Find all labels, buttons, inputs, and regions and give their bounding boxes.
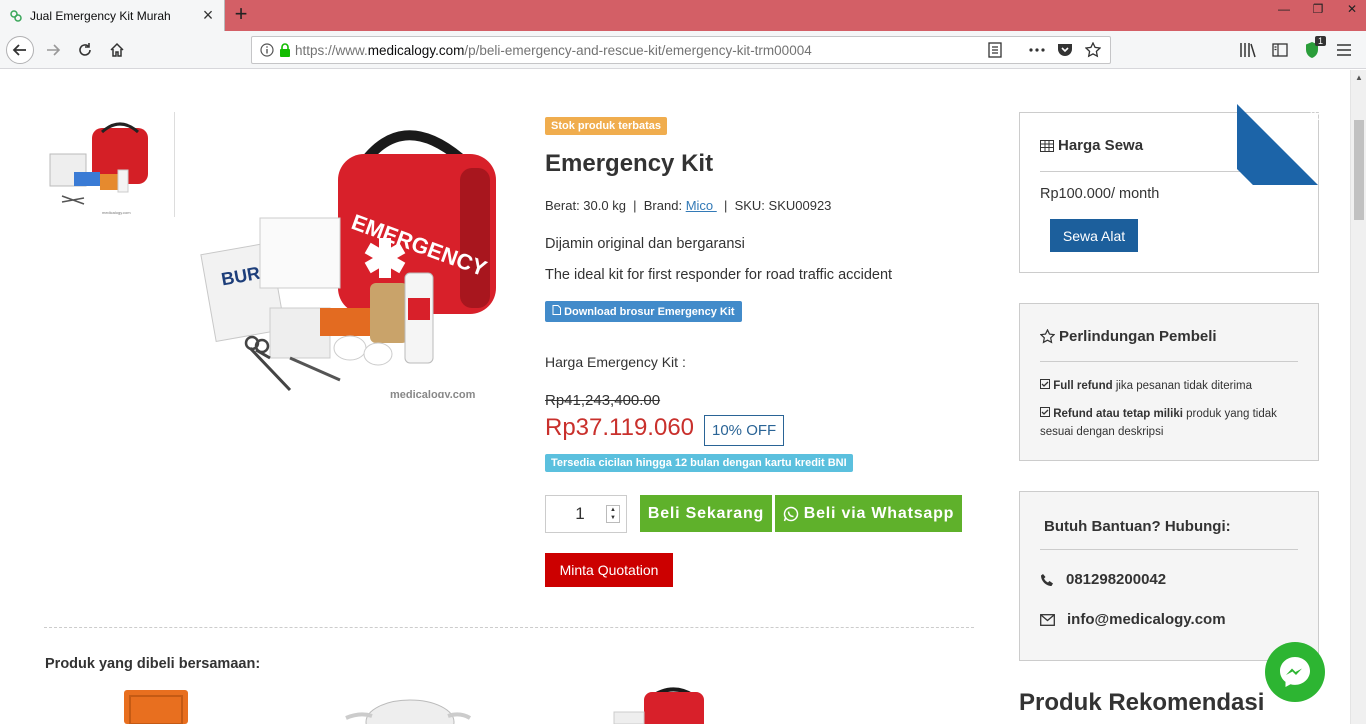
- buy-now-button[interactable]: Beli Sekarang: [640, 495, 772, 532]
- file-pdf-icon: [552, 305, 564, 318]
- download-brochure-button[interactable]: Download brosur Emergency Kit: [545, 301, 742, 322]
- quantity-spinner[interactable]: ▲ ▼: [606, 505, 620, 523]
- request-quotation-button[interactable]: Minta Quotation: [545, 553, 673, 587]
- close-tab-icon[interactable]: ×: [198, 6, 218, 26]
- star-icon: [1040, 329, 1055, 344]
- spin-up-icon[interactable]: ▲: [607, 506, 619, 514]
- home-icon: [110, 42, 124, 57]
- help-panel: Butuh Bantuan? Hubungi: 081298200042 inf…: [1019, 491, 1319, 661]
- quantity-value[interactable]: 1: [546, 504, 606, 524]
- window-controls: — ❐ ✕: [1264, 0, 1366, 20]
- page-content: medicalogy.com EMERGENCY BURN medicalogy…: [0, 70, 1350, 724]
- bought-together-title: Produk yang dibeli bersamaan:: [45, 656, 261, 672]
- subscribe-ribbon[interactable]: Subscribe: [1237, 70, 1350, 185]
- checkbox-icon: [1040, 379, 1050, 389]
- related-product-image-1[interactable]: [120, 682, 192, 724]
- extension-badge: 1: [1314, 36, 1326, 46]
- reader-view-icon[interactable]: [984, 40, 1006, 60]
- lock-icon: [279, 43, 291, 57]
- product-title: Emergency Kit: [545, 150, 714, 177]
- scroll-up-icon[interactable]: ▲: [1351, 70, 1366, 86]
- home-button[interactable]: [103, 36, 131, 64]
- browser-tab-bar: Jual Emergency Kit Murah × + — ❐ ✕: [0, 0, 1366, 31]
- arrow-left-icon: [12, 44, 26, 56]
- whatsapp-icon: [783, 506, 798, 521]
- product-tagline-1: Dijamin original dan bergaransi: [545, 236, 745, 252]
- installment-badge: Tersedia cicilan hingga 12 bulan dengan …: [545, 454, 853, 472]
- related-product-image-2[interactable]: [340, 682, 475, 724]
- messenger-icon: [1280, 657, 1310, 687]
- rent-price: Rp100.000/ month: [1040, 186, 1160, 202]
- help-heading: Butuh Bantuan? Hubungi:: [1044, 518, 1231, 535]
- browser-tab-active[interactable]: Jual Emergency Kit Murah ×: [0, 0, 225, 31]
- back-button[interactable]: [6, 36, 34, 64]
- phone-icon: [1041, 573, 1053, 586]
- close-window-icon[interactable]: ✕: [1338, 0, 1366, 20]
- buyer-protection-panel: Perlindungan Pembeli Full refund jika pe…: [1019, 303, 1319, 461]
- pocket-icon[interactable]: [1054, 40, 1076, 60]
- protection-item-keep: Refund atau tetap miliki produk yang tid…: [1040, 407, 1277, 438]
- url-text: https://www.medicalogy.com/p/beli-emerge…: [295, 42, 812, 58]
- checkbox-icon: [1040, 407, 1050, 417]
- messenger-chat-button[interactable]: [1265, 642, 1325, 702]
- section-divider: [44, 627, 974, 628]
- thumbnail-divider: [174, 112, 175, 217]
- address-bar[interactable]: https://www.medicalogy.com/p/beli-emerge…: [251, 36, 1111, 64]
- product-thumbnail[interactable]: medicalogy.com: [44, 118, 154, 218]
- subscribe-label[interactable]: Subscribe: [1289, 84, 1344, 139]
- site-favicon-icon: [8, 8, 24, 24]
- rent-heading: Harga Sewa: [1040, 137, 1143, 154]
- bookmark-star-icon[interactable]: [1082, 40, 1104, 60]
- envelope-icon: [1040, 613, 1055, 626]
- protection-item-refund: Full refund jika pesanan tidak diterima: [1040, 377, 1302, 395]
- spin-down-icon[interactable]: ▼: [607, 514, 619, 522]
- brand-link[interactable]: Mico: [686, 198, 717, 213]
- library-icon[interactable]: [1234, 38, 1262, 62]
- forward-button[interactable]: [39, 36, 67, 64]
- product-main-image[interactable]: EMERGENCY BURN medicalogy.com: [200, 118, 510, 398]
- table-icon: [1040, 139, 1054, 152]
- page-actions-icon[interactable]: [1026, 40, 1048, 60]
- discounted-price: Rp37.119.060: [545, 414, 695, 441]
- recommendations-title: Produk Rekomendasi: [1019, 689, 1265, 716]
- arrow-right-icon: [47, 44, 61, 56]
- stock-badge: Stok produk terbatas: [545, 117, 668, 135]
- rent-button[interactable]: Sewa Alat: [1050, 219, 1138, 252]
- minimize-icon[interactable]: —: [1270, 0, 1298, 20]
- quantity-stepper[interactable]: 1 ▲ ▼: [545, 495, 627, 533]
- page-scrollbar[interactable]: ▲: [1350, 70, 1366, 724]
- restore-icon[interactable]: ❐: [1304, 0, 1332, 20]
- hamburger-menu-icon[interactable]: [1330, 38, 1358, 62]
- tab-title: Jual Emergency Kit Murah: [30, 8, 171, 23]
- image-watermark: medicalogy.com: [390, 389, 476, 398]
- reload-icon: [79, 43, 91, 56]
- sidebar-toggle-icon[interactable]: [1266, 38, 1294, 62]
- email-contact[interactable]: info@medicalogy.com: [1040, 611, 1226, 628]
- info-icon[interactable]: [260, 43, 274, 57]
- protection-heading: Perlindungan Pembeli: [1040, 328, 1217, 345]
- price-label: Harga Emergency Kit :: [545, 354, 686, 370]
- discount-badge: 10% OFF: [704, 415, 785, 446]
- new-tab-button[interactable]: +: [229, 3, 253, 27]
- protection-divider: [1040, 361, 1298, 362]
- product-tagline-2: The ideal kit for first responder for ro…: [545, 267, 893, 283]
- thumbnail-watermark: medicalogy.com: [102, 210, 131, 215]
- phone-contact[interactable]: 081298200042: [1040, 571, 1166, 588]
- scroll-thumb[interactable]: [1354, 120, 1364, 220]
- browser-toolbar: https://www.medicalogy.com/p/beli-emerge…: [0, 31, 1366, 69]
- help-divider: [1040, 549, 1298, 550]
- buy-whatsapp-button[interactable]: Beli via Whatsapp: [775, 495, 962, 532]
- original-price: Rp41,243,400.00: [545, 392, 661, 409]
- reload-button[interactable]: [71, 36, 99, 64]
- product-meta: Berat: 30.0 kg | Brand: Mico | SKU: SKU0…: [545, 198, 832, 213]
- related-product-image-3[interactable]: [612, 682, 707, 724]
- extension-shield-icon[interactable]: 1: [1298, 36, 1326, 62]
